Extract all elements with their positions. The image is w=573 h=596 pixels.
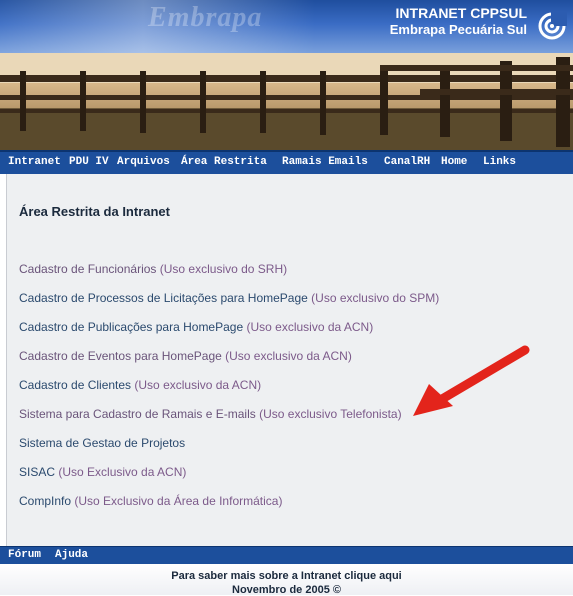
link-note: (Uso exclusivo Telefonista) — [255, 407, 402, 421]
link-gestao-projetos[interactable]: Sistema de Gestao de Projetos — [19, 436, 185, 450]
link-note: (Uso exclusivo da ACN) — [243, 320, 374, 334]
site-title: INTRANET CPPSUL — [395, 5, 527, 21]
link-sisac[interactable]: SISAC (Uso Exclusivo da ACN) — [19, 465, 186, 479]
link-compinfo[interactable]: CompInfo (Uso Exclusivo da Área de Infor… — [19, 494, 282, 508]
link-cadastro-publicacoes[interactable]: Cadastro de Publicações para HomePage (U… — [19, 320, 373, 334]
link-label: SISAC — [19, 465, 56, 479]
footer: Para saber mais sobre a Intranet clique … — [0, 564, 573, 596]
header-photo-fence — [0, 53, 573, 150]
header-watermark: Embrapa — [148, 2, 263, 33]
link-label: Cadastro de Eventos para HomePage — [19, 349, 222, 363]
nav-pdu-iv[interactable]: PDU IV — [69, 156, 109, 168]
link-label: Cadastro de Funcionários — [19, 262, 157, 276]
link-label: Sistema para Cadastro de Ramais e E-mail… — [19, 407, 256, 421]
nav-area-restrita[interactable]: Área Restrita — [181, 156, 267, 168]
link-cadastro-eventos[interactable]: Cadastro de Eventos para HomePage (Uso e… — [19, 349, 352, 363]
red-arrow-icon — [413, 345, 530, 416]
site-subtitle: Embrapa Pecuária Sul — [389, 22, 527, 37]
link-note: (Uso exclusivo da ACN) — [221, 349, 352, 363]
nav-links[interactable]: Links — [483, 156, 516, 168]
header-banner: Embrapa INTRANET CPPSUL Embrapa Pecuária… — [0, 0, 573, 53]
footer-date: Novembro de 2005 © — [232, 584, 341, 596]
link-label: Cadastro de Publicações para HomePage — [19, 320, 244, 334]
link-label: Sistema de Gestao de Projetos — [19, 436, 186, 450]
link-label: Cadastro de Clientes — [19, 378, 132, 392]
page-title: Área Restrita da Intranet — [19, 204, 170, 219]
top-navigation: Intranet PDU IV Arquivos Área Restrita R… — [0, 150, 573, 174]
link-cadastro-clientes[interactable]: Cadastro de Clientes (Uso exclusivo da A… — [19, 378, 261, 392]
nav-intranet[interactable]: Intranet — [8, 156, 61, 168]
link-sistema-ramais-emails[interactable]: Sistema para Cadastro de Ramais e E-mail… — [19, 407, 402, 421]
bottom-navigation: Fórum Ajuda — [0, 546, 573, 565]
main-content: Área Restrita da Intranet Cadastro de Fu… — [6, 174, 573, 546]
nav-ramais-emails[interactable]: Ramais Emails — [282, 156, 368, 168]
nav-ajuda[interactable]: Ajuda — [55, 549, 88, 561]
link-label: CompInfo — [19, 494, 72, 508]
link-note: (Uso Exclusivo da ACN) — [55, 465, 187, 479]
link-note: (Uso exclusivo da ACN) — [131, 378, 262, 392]
link-cadastro-funcionarios[interactable]: Cadastro de Funcionários (Uso exclusivo … — [19, 262, 287, 276]
link-note: (Uso exclusivo do SPM) — [307, 291, 440, 305]
link-label: Cadastro de Processos de Licitações para… — [19, 291, 308, 305]
nav-home[interactable]: Home — [441, 156, 467, 168]
link-note: (Uso exclusivo do SRH) — [156, 262, 288, 276]
nav-canalrh[interactable]: CanalRH — [384, 156, 430, 168]
link-note: (Uso Exclusivo da Área de Informática) — [71, 494, 283, 508]
footer-info-link[interactable]: Para saber mais sobre a Intranet clique … — [0, 570, 573, 582]
nav-forum[interactable]: Fórum — [8, 549, 41, 561]
link-cadastro-licitacoes[interactable]: Cadastro de Processos de Licitações para… — [19, 291, 439, 305]
nav-arquivos[interactable]: Arquivos — [117, 156, 170, 168]
embrapa-logo-icon — [538, 11, 567, 40]
